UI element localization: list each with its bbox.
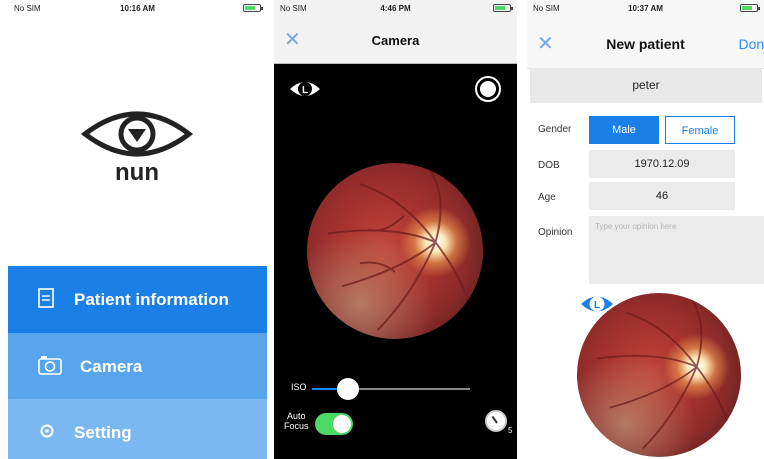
status-bar: No SIM 4:46 PM [274,0,517,18]
battery-icon [493,4,513,12]
eye-side-icon: L [580,292,614,321]
iso-label: ISO [291,382,307,392]
eye-side-label: L [594,300,600,311]
opinion-field[interactable]: Type your opinion here [589,216,764,284]
new-patient-screen: No SIM 10:37 AM ✕ New patient Done peter… [527,0,764,459]
status-bar: No SIM 10:16 AM [8,0,267,18]
nav-bar: ✕ New patient Done [527,18,764,69]
gender-male-button[interactable]: Male [589,116,659,144]
age-field[interactable]: 46 [589,182,735,210]
autofocus-label-line1: Auto [287,411,306,421]
autofocus-toggle[interactable] [315,413,353,435]
age-label: Age [538,192,556,203]
menu-item-setting[interactable]: Setting [8,399,267,459]
battery-icon [243,4,263,12]
timer-icon[interactable] [485,410,507,432]
menu-item-camera[interactable]: Camera [8,333,267,399]
patient-name-field[interactable]: peter [530,68,762,103]
page-title: Camera [371,33,420,48]
iso-slider[interactable] [312,378,470,400]
camera-icon [38,355,62,380]
status-bar: No SIM 10:37 AM [527,0,764,18]
logo-text: nun [115,159,159,186]
document-icon [38,288,54,313]
page-title: New patient [606,36,685,52]
dob-field[interactable]: 1970.12.09 [589,150,735,178]
clock: 10:16 AM [120,4,155,13]
gear-icon [40,422,54,443]
autofocus-label: Auto Focus [284,411,309,431]
dob-label: DOB [538,160,560,171]
camera-screen: No SIM 4:46 PM ✕ Camera L ISO Auto Focus… [274,0,517,459]
app-logo: nun [77,106,197,186]
clock: 4:46 PM [380,4,411,13]
opinion-label: Opinion [538,227,573,238]
gender-female-button[interactable]: Female [665,116,735,144]
eye-side-icon[interactable]: L [288,78,322,105]
battery-icon [740,4,760,12]
eye-side-label: L [302,85,308,96]
menu-label: Camera [80,357,143,376]
clock: 10:37 AM [628,4,663,13]
menu-label: Patient information [74,290,229,309]
fundus-preview [307,163,483,339]
iso-slider-thumb[interactable] [337,378,360,400]
nav-bar: ✕ Camera [274,18,517,64]
timer-seconds: 5 [508,426,513,435]
home-screen: No SIM 10:16 AM nun Patient information … [8,0,267,459]
menu-item-patient-information[interactable]: Patient information [8,266,267,333]
capture-button[interactable] [475,76,501,102]
opinion-placeholder: Type your opinion here [595,222,677,231]
autofocus-label-line2: Focus [284,421,309,431]
menu-label: Setting [74,423,132,442]
done-button[interactable]: Done [739,36,764,52]
gender-label: Gender [538,124,572,135]
